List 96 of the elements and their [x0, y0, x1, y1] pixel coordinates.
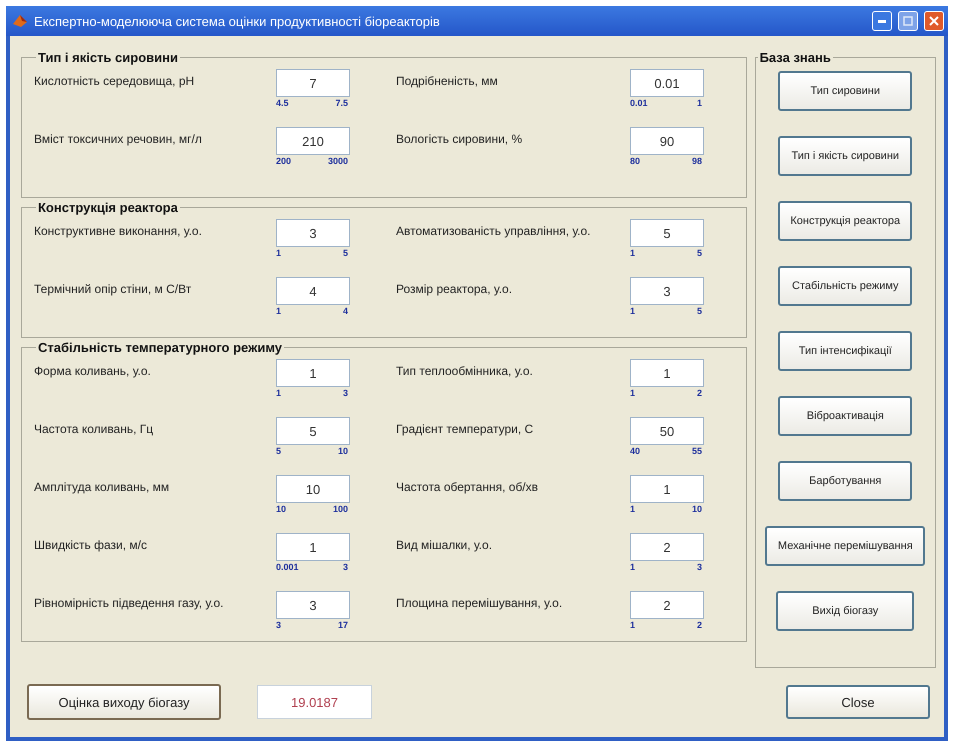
- knowledge-base-button[interactable]: Тип сировини: [778, 71, 912, 111]
- group-title: База знань: [758, 50, 832, 65]
- input-field[interactable]: 50: [630, 417, 704, 445]
- parameter-label: Розмір реактора, у.о.: [396, 281, 514, 296]
- parameter-label: Конструктивне виконання, у.о.: [34, 223, 203, 238]
- parameter-label: Площина перемішування, у.о.: [396, 595, 564, 610]
- group-title: Стабільність температурного режиму: [37, 340, 283, 355]
- app-logo-icon: [12, 13, 28, 29]
- max-value: 3: [342, 562, 348, 572]
- knowledge-base-button[interactable]: Віброактивація: [778, 396, 912, 436]
- min-value: 0.001: [276, 562, 299, 572]
- minimize-button[interactable]: [872, 11, 892, 31]
- knowledge-base-button[interactable]: Конструкція реактора: [778, 201, 912, 241]
- knowledge-base-button[interactable]: Барботування: [778, 461, 912, 501]
- input-field[interactable]: 90: [630, 127, 704, 155]
- min-value: 4.5: [276, 98, 289, 108]
- parameter-label: Вид мішалки, у.о.: [396, 537, 494, 552]
- input-field[interactable]: 3: [276, 591, 350, 619]
- min-value: 1: [630, 504, 636, 514]
- max-value: 4: [342, 306, 348, 316]
- knowledge-base-button[interactable]: Вихід біогазу: [776, 591, 914, 631]
- parameter-label: Амплітуда коливань, мм: [34, 479, 170, 494]
- input-field[interactable]: 5: [630, 219, 704, 247]
- max-value: 17: [338, 620, 348, 630]
- group-title: Конструкція реактора: [37, 200, 179, 215]
- parameter-label: Автоматизованість управління, у.о.: [396, 223, 592, 238]
- max-value: 7.5: [335, 98, 348, 108]
- knowledge-base-button[interactable]: Тип інтенсифікації: [778, 331, 912, 371]
- parameter-label: Термічний опір стіни, м С/Вт: [34, 281, 192, 296]
- close-button[interactable]: [924, 11, 944, 31]
- max-value: 3: [342, 388, 348, 398]
- maximize-button[interactable]: [898, 11, 918, 31]
- min-value: 1: [276, 248, 282, 258]
- input-field[interactable]: 0.01: [630, 69, 704, 97]
- input-field[interactable]: 4: [276, 277, 350, 305]
- parameter-label: Тип теплообмінника, у.о.: [396, 363, 534, 378]
- input-field[interactable]: 3: [276, 219, 350, 247]
- max-value: 5: [342, 248, 348, 258]
- min-value: 1: [630, 248, 636, 258]
- knowledge-base-button[interactable]: Механічне перемішування: [765, 526, 926, 566]
- max-value: 2: [696, 388, 702, 398]
- parameter-label: Кислотність середовища, pH: [34, 73, 196, 88]
- input-field[interactable]: 1: [630, 359, 704, 387]
- close-dialog-button[interactable]: Close: [786, 685, 930, 719]
- max-value: 5: [696, 248, 702, 258]
- parameter-label: Вологість сировини, %: [396, 131, 524, 146]
- input-field[interactable]: 3: [630, 277, 704, 305]
- max-value: 55: [692, 446, 702, 456]
- min-value: 1: [276, 306, 282, 316]
- max-value: 5: [696, 306, 702, 316]
- input-field[interactable]: 210: [276, 127, 350, 155]
- minimize-icon: [878, 20, 886, 22]
- parameter-label: Вміст токсичних речовин, мг/л: [34, 131, 203, 146]
- input-field[interactable]: 2: [630, 533, 704, 561]
- parameter-label: Подрібненість, мм: [396, 73, 499, 88]
- min-value: 1: [276, 388, 282, 398]
- max-value: 10: [692, 504, 702, 514]
- input-field[interactable]: 1: [630, 475, 704, 503]
- group-title: Тип і якість сировини: [37, 50, 179, 65]
- min-value: 40: [630, 446, 640, 456]
- parameter-label: Швидкість фази, м/с: [34, 537, 148, 552]
- max-value: 3: [696, 562, 702, 572]
- min-value: 3: [276, 620, 282, 630]
- max-value: 1: [696, 98, 702, 108]
- knowledge-base-button[interactable]: Тип і якість сировини: [778, 136, 912, 176]
- max-value: 3000: [328, 156, 348, 166]
- parameter-label: Форма коливань, у.о.: [34, 363, 152, 378]
- min-value: 80: [630, 156, 640, 166]
- parameter-label: Градієнт температури, С: [396, 421, 534, 436]
- parameter-label: Частота обертання, об/хв: [396, 479, 540, 494]
- knowledge-base-button[interactable]: Стабільність режиму: [778, 266, 912, 306]
- estimate-button[interactable]: Оцінка виходу біогазу: [27, 684, 221, 720]
- input-field[interactable]: 1: [276, 359, 350, 387]
- input-field[interactable]: 1: [276, 533, 350, 561]
- min-value: 1: [630, 306, 636, 316]
- input-field[interactable]: 5: [276, 417, 350, 445]
- min-value: 10: [276, 504, 286, 514]
- maximize-icon: [903, 16, 913, 26]
- max-value: 98: [692, 156, 702, 166]
- result-field: 19.0187: [257, 685, 372, 719]
- parameter-label: Частота коливань, Гц: [34, 421, 154, 436]
- input-field[interactable]: 2: [630, 591, 704, 619]
- close-icon: [929, 16, 939, 26]
- input-field[interactable]: 10: [276, 475, 350, 503]
- max-value: 2: [696, 620, 702, 630]
- min-value: 1: [630, 388, 636, 398]
- max-value: 100: [332, 504, 348, 514]
- min-value: 1: [630, 620, 636, 630]
- max-value: 10: [338, 446, 348, 456]
- input-field[interactable]: 7: [276, 69, 350, 97]
- min-value: 1: [630, 562, 636, 572]
- min-value: 5: [276, 446, 282, 456]
- parameter-label: Рівномірність підведення газу, у.о.: [34, 595, 225, 610]
- window-title: Експертно-моделююча система оцінки продуктивності біореакторів: [34, 14, 441, 28]
- min-value: 200: [276, 156, 292, 166]
- min-value: 0.01: [630, 98, 648, 108]
